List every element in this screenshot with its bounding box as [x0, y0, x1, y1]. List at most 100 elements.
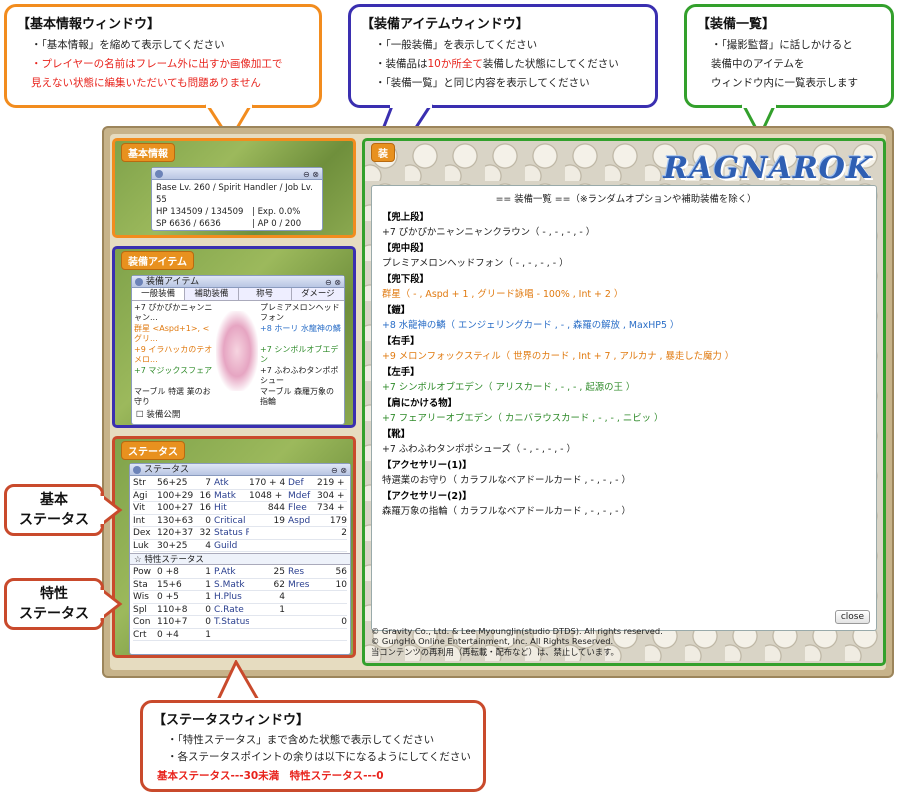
- callout-title: 【装備アイテムウィンドウ】: [361, 17, 529, 32]
- public-checkbox[interactable]: ☐: [136, 410, 144, 420]
- collapse-icon[interactable]: ☆: [134, 555, 142, 565]
- stat-key2-value: 2: [341, 528, 347, 538]
- stat-points: 1: [205, 592, 211, 602]
- callout-line: 装備中のアイテムを: [711, 58, 805, 70]
- stat-key2: [285, 527, 317, 539]
- tab-damage[interactable]: ダメージ: [291, 288, 344, 300]
- tab-support[interactable]: 補助装備: [185, 288, 239, 300]
- equip-slot-heading: 【アクセサリー(1)】: [382, 459, 472, 471]
- equip-list-item: +7 シンボルオブエデン（ アリスカード , - , - , 起源の王 ）: [382, 382, 636, 393]
- callout-title: 【ステータスウィンドウ】: [153, 713, 310, 728]
- equip-list-item: +8 水龍神の鱗（ エンジェリングカード , - , 森羅の解放 , MaxHP…: [382, 320, 680, 331]
- copyright-line: 当コンテンツの再利用（再転載・配布など）は、禁止しています。: [371, 646, 619, 657]
- equip-slot[interactable]: +7 ふわふわタンポポシュー: [260, 366, 342, 387]
- status-panel: ステータス ステータス ⊖ ⊗ Str 56+25 7Atk 170 + 473Def 2…: [112, 436, 356, 658]
- equip-slot-heading: 【兜下段】: [382, 273, 429, 285]
- stat-key-value: 19: [273, 515, 285, 526]
- equip-slot[interactable]: +7 シンボルオブエデン: [260, 345, 342, 366]
- stat-key-value: 4: [279, 592, 285, 602]
- equip-slot-heading: 【左手】: [382, 366, 420, 378]
- tab-title[interactable]: 称号: [238, 288, 292, 300]
- window-title: ステータス: [144, 465, 190, 475]
- stat-key2-value: 219 + 223: [317, 478, 347, 488]
- basic-stat-table: Str 56+25 7Atk 170 + 473Def 219 + 223 Agi 100+…: [130, 476, 350, 553]
- equip-slot[interactable]: マーブル 特選 業のお守り: [134, 387, 214, 408]
- close-button[interactable]: close: [834, 610, 870, 624]
- hp-text: HP 134509 / 134509: [156, 207, 244, 217]
- stat-row: Int 130+63 0 Critical 19 Aspd 179: [133, 515, 347, 527]
- stat-value: 100+27: [157, 503, 194, 513]
- stat-key2-value: [317, 540, 347, 552]
- equip-list-header: == 装備一覧 ==（※ランダムオプションや補助装備を除く）: [495, 194, 757, 205]
- stat-name: Agi: [133, 490, 148, 501]
- stat-name: Vit: [133, 503, 145, 513]
- stat-key2-value: 56: [335, 567, 347, 577]
- stat-key-value: [249, 629, 285, 641]
- stat-name: Str: [133, 478, 146, 488]
- stat-key2: Def: [288, 478, 304, 488]
- stat-key2: [285, 540, 317, 552]
- callout-line: ・「撮影監督」に話しかけると: [711, 39, 853, 51]
- stat-key: C.Rate: [214, 604, 244, 615]
- status-callout-pointer: [215, 660, 261, 704]
- stat-row: Sta 15+6 1 S.Matk 62 Mres 10: [133, 579, 347, 591]
- stat-name: Wis: [133, 592, 149, 602]
- status-callout: 【ステータスウィンドウ】 ・「特性ステータス」まで含めた状態で表示してください …: [140, 700, 486, 792]
- callout-line: ・各ステータスポイントの余りは以下になるようにしてください: [167, 751, 471, 763]
- equip-slot[interactable]: +9 イラハッカのテオメロ...: [134, 345, 214, 366]
- trait-label-pointer: [100, 586, 123, 622]
- stat-row: Crt 0 +4 1: [133, 629, 347, 641]
- equip-slot[interactable]: +8 ホーリ 水龍神の鱗: [260, 324, 342, 345]
- public-label: 装備公開: [146, 410, 181, 420]
- basic-info-panel: 基本情報 ⊖ ⊗ Base Lv. 260 / Spirit Handler /…: [112, 138, 356, 238]
- equip-list-callout: 【装備一覧】 ・「撮影監督」に話しかけると 装備中のアイテムを ウィンドウ内に一…: [684, 4, 894, 108]
- equip-list-item: +7 ぴかぴかニャンニャンクラウン（ - , - , - , - ）: [382, 227, 596, 238]
- stat-key2: [285, 604, 317, 616]
- stat-key2-value: [317, 591, 347, 603]
- section-tag: 基本情報: [121, 143, 175, 162]
- window-buttons[interactable]: ⊖ ⊗: [303, 169, 319, 181]
- callout-title: 【装備一覧】: [697, 17, 776, 32]
- stat-value: 0 +4: [157, 629, 179, 640]
- window-title: 装備アイテム: [146, 277, 200, 287]
- stat-key-value: 1: [279, 604, 285, 615]
- window-buttons[interactable]: ⊖ ⊗: [331, 465, 347, 477]
- stat-key: T.Status Point: [214, 617, 249, 627]
- stat-value: 110+7: [157, 617, 188, 627]
- stat-value: 130+63: [157, 515, 194, 526]
- stat-key: H.Plus: [214, 592, 242, 602]
- window-titlebar[interactable]: 装備アイテム ⊖ ⊗: [132, 276, 344, 288]
- equip-list-window: == 装備一覧 ==（※ランダムオプションや補助装備を除く） 【兜上段】 +7 ぴ…: [371, 185, 877, 631]
- stat-key2-value: 734 + 7: [317, 503, 347, 513]
- callout-title: 【基本情報ウィンドウ】: [17, 17, 161, 32]
- stat-key: Status Point: [214, 528, 249, 538]
- stat-points: 4: [205, 540, 211, 551]
- window-titlebar[interactable]: ⊖ ⊗: [152, 168, 322, 180]
- callout-line: ・「装備一覧」と同じ内容を表示してください: [375, 77, 590, 89]
- equip-left-column: +7 ぴかぴかニャンニャン... 群星 <Aspd+1>, <グリ... +9 …: [134, 303, 214, 408]
- equip-list-item: +7 フェアリーオブエデン（ カニバラウスカード , - , - , ニビッ ）: [382, 413, 664, 424]
- equip-right-column: プレミアメロンヘッドフォン +8 ホーリ 水龍神の鱗 +7 シンボルオブエデン …: [260, 303, 342, 408]
- character-preview: [216, 311, 258, 391]
- window-titlebar[interactable]: ステータス ⊖ ⊗: [130, 464, 350, 476]
- stat-points: 32: [199, 528, 211, 538]
- window-icon: [133, 466, 141, 474]
- equip-slot-heading: 【兜上段】: [382, 211, 429, 223]
- equip-slot[interactable]: プレミアメロンヘッドフォン: [260, 303, 342, 324]
- sp-text: SP 6636 / 6636: [156, 219, 221, 229]
- copyright-text: © Gravity Co., Ltd. & Lee MyoungJin(stud…: [371, 626, 663, 658]
- stat-key: P.Atk: [214, 567, 236, 577]
- equip-slot[interactable]: 群星 <Aspd+1>, <グリ...: [134, 324, 214, 345]
- equip-slot[interactable]: +7 ぴかぴかニャンニャン...: [134, 303, 214, 324]
- window-buttons[interactable]: ⊖ ⊗: [325, 277, 341, 289]
- equip-list-panel: 装 RAGNAROK == 装備一覧 ==（※ランダムオプションや補助装備を除く…: [362, 138, 886, 666]
- tab-general[interactable]: 一般装備: [132, 288, 186, 300]
- section-tag: 装備アイテム: [121, 251, 194, 270]
- equip-slot[interactable]: +7 マジックスフェア: [134, 366, 214, 387]
- callout-line: ・「一般装備」を表示してください: [375, 39, 538, 51]
- equip-slot[interactable]: マーブル 森羅万象の指輪: [260, 387, 342, 408]
- stat-name: Pow: [133, 567, 151, 577]
- stat-row: Pow 0 +8 1 P.Atk 25 Res 56: [133, 566, 347, 579]
- stat-key: Atk: [214, 478, 229, 488]
- stat-row: Dex 120+37 32Status Point 2: [133, 527, 347, 540]
